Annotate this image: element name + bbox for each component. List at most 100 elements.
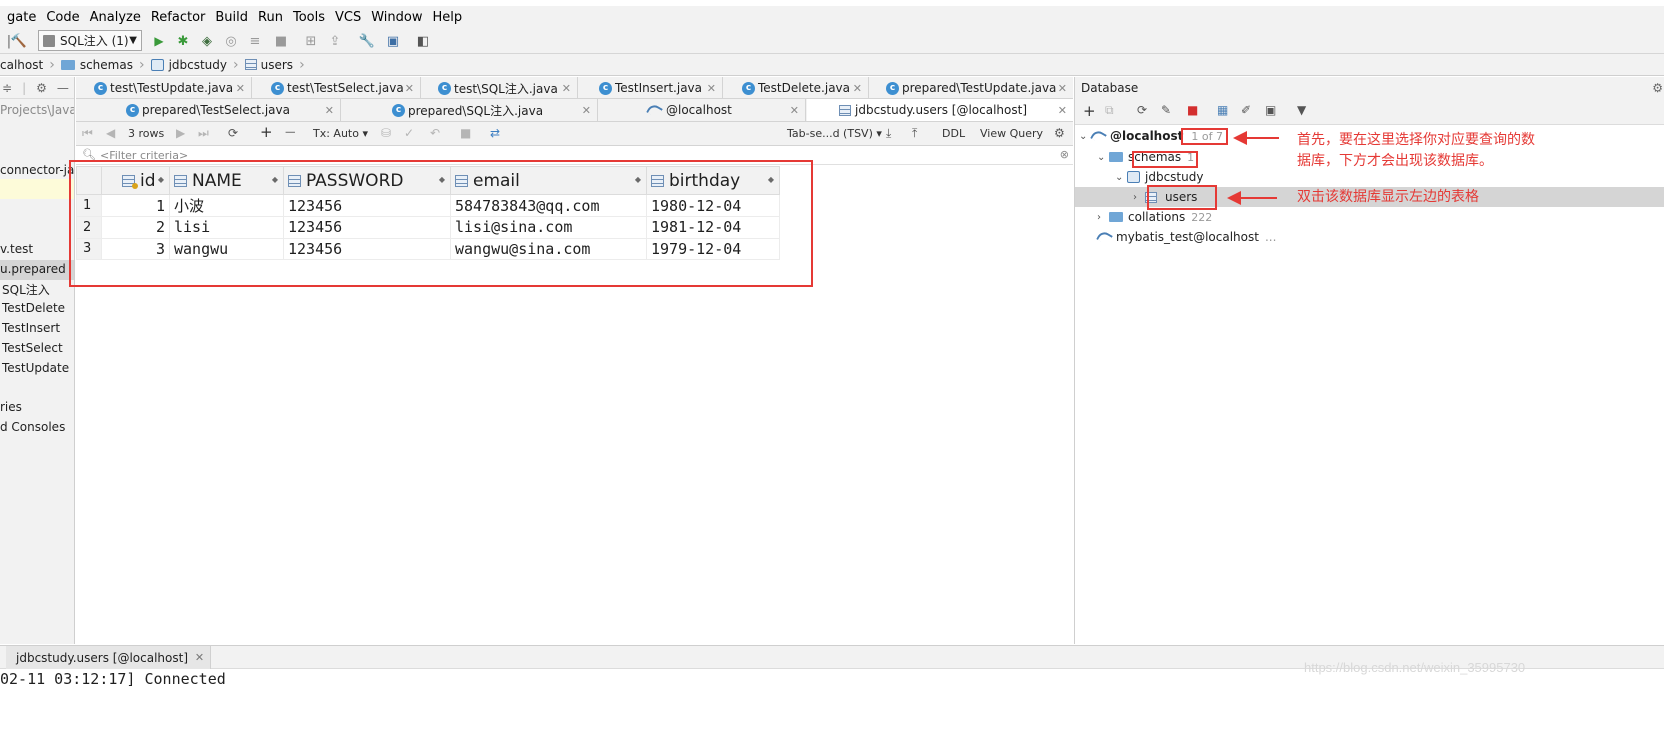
- menu-tools[interactable]: Tools: [288, 10, 330, 25]
- menu-bar: gate Code Analyze Refactor Build Run Too…: [0, 6, 1664, 28]
- tree-item-collations[interactable]: › collations 222: [1097, 210, 1212, 224]
- close-icon[interactable]: ✕: [405, 82, 414, 95]
- filter-icon[interactable]: ▼: [1297, 103, 1306, 117]
- tab-console-jdbcstudy-users[interactable]: jdbcstudy.users [@localhost] ✕: [6, 646, 212, 669]
- breadcrumb-item-jdbcstudy[interactable]: jdbcstudy ›: [150, 54, 245, 76]
- chevron-down-icon: ⌄: [1115, 171, 1124, 183]
- first-page-icon[interactable]: ⏮: [82, 126, 93, 141]
- gear-icon[interactable]: ⚙: [1652, 77, 1663, 99]
- add-row-icon[interactable]: +: [260, 123, 273, 141]
- tab-prepared-testupdate[interactable]: c prepared\TestUpdate.java ✕: [870, 77, 1073, 99]
- add-icon[interactable]: +: [1083, 102, 1096, 120]
- tree-item-consoles[interactable]: d Consoles: [0, 420, 65, 434]
- tab-prepared-sql[interactable]: c prepared\SQL注入.java ✕: [342, 99, 598, 121]
- close-icon[interactable]: ✕: [562, 82, 571, 95]
- git-push-icon[interactable]: ⇪: [326, 32, 344, 50]
- delete-row-icon[interactable]: −: [284, 123, 297, 141]
- stop-icon[interactable]: ■: [272, 32, 290, 50]
- tree-item-testinsert[interactable]: TestInsert: [2, 321, 60, 335]
- close-icon[interactable]: ✕: [790, 104, 799, 117]
- menu-run[interactable]: Run: [253, 10, 288, 25]
- profile-icon[interactable]: ◎: [222, 32, 240, 50]
- menu-build[interactable]: Build: [210, 10, 253, 25]
- upload-icon[interactable]: ⤒: [912, 126, 917, 141]
- minimize-icon[interactable]: —: [57, 81, 69, 95]
- close-icon[interactable]: ✕: [1058, 82, 1067, 95]
- menu-vcs[interactable]: VCS: [330, 10, 366, 25]
- tab-jdbcstudy-users[interactable]: jdbcstudy.users [@localhost] ✕: [807, 99, 1073, 121]
- clear-icon[interactable]: ⊗: [1060, 148, 1069, 161]
- refresh-icon[interactable]: ⟳: [228, 126, 238, 140]
- table-view-icon[interactable]: ▦: [1217, 103, 1228, 117]
- tree-item-sql[interactable]: SQL注入: [2, 281, 50, 298]
- ddl-button[interactable]: DDL: [942, 127, 965, 140]
- tree-item-test[interactable]: v.test: [0, 242, 33, 256]
- tab-test-testselect[interactable]: c test\TestSelect.java ✕: [253, 77, 421, 99]
- tab-label: TestInsert.java: [615, 81, 703, 95]
- tab-testinsert[interactable]: c TestInsert.java ✕: [579, 77, 723, 99]
- cancel-icon[interactable]: ■: [460, 126, 471, 140]
- project-structure-icon[interactable]: ▣: [384, 32, 402, 50]
- run-config-select[interactable]: SQL注入 (1) ▼: [38, 30, 142, 51]
- close-icon[interactable]: ✕: [707, 82, 716, 95]
- breadcrumb-item-users[interactable]: users ›: [244, 54, 311, 76]
- menu-help[interactable]: Help: [428, 10, 468, 25]
- tab-test-sql[interactable]: c test\SQL注入.java ✕: [422, 77, 578, 99]
- folder-icon: [60, 59, 75, 70]
- next-page-icon[interactable]: ▶: [176, 126, 185, 140]
- close-icon[interactable]: ✕: [236, 82, 245, 95]
- commit-icon[interactable]: ✓: [404, 126, 414, 140]
- tx-mode-select[interactable]: Tx: Auto ▾: [313, 127, 368, 140]
- gear-icon[interactable]: ⚙: [36, 81, 47, 95]
- run-icon[interactable]: ▶: [150, 32, 168, 50]
- close-icon[interactable]: ✕: [195, 651, 204, 664]
- export-format-select[interactable]: Tab-se...d (TSV) ▾: [787, 127, 882, 140]
- compare-icon[interactable]: ⇄: [490, 126, 500, 140]
- sql-icon[interactable]: ✎: [1161, 103, 1171, 117]
- db-icon[interactable]: ⛁: [381, 126, 391, 140]
- mysql-icon: [1091, 130, 1105, 142]
- breadcrumb-item-schemas[interactable]: schemas ›: [60, 54, 151, 76]
- view-query-button[interactable]: View Query: [980, 127, 1043, 140]
- tree-item-testdelete[interactable]: TestDelete: [2, 301, 65, 315]
- presentation-icon[interactable]: ◧: [414, 32, 432, 50]
- disconnect-icon[interactable]: ■: [1187, 103, 1198, 117]
- refresh-icon[interactable]: ⟳: [1137, 103, 1147, 117]
- close-icon[interactable]: ✕: [582, 104, 591, 117]
- prev-page-icon[interactable]: ◀: [106, 126, 115, 140]
- coverage-icon[interactable]: ◈: [198, 32, 216, 50]
- edit-icon[interactable]: ✐: [1241, 103, 1251, 117]
- git-update-icon[interactable]: ⊞: [302, 32, 320, 50]
- wrench-icon[interactable]: 🔧: [358, 32, 376, 50]
- close-icon[interactable]: ✕: [1058, 104, 1067, 117]
- tree-item-testselect[interactable]: TestSelect: [2, 341, 63, 355]
- tab-testdelete[interactable]: c TestDelete.java ✕: [724, 77, 869, 99]
- hammer-icon[interactable]: 🔨: [10, 32, 28, 50]
- tree-item-prepared[interactable]: u.prepared: [0, 262, 66, 276]
- collapse-icon[interactable]: ≑: [2, 81, 12, 95]
- menu-window[interactable]: Window: [366, 10, 427, 25]
- menu-analyze[interactable]: Analyze: [85, 10, 146, 25]
- menu-navigate[interactable]: gate: [2, 10, 41, 25]
- copy-icon[interactable]: ⧉: [1105, 103, 1114, 118]
- build-list-icon[interactable]: ≡: [246, 32, 264, 50]
- menu-refactor[interactable]: Refactor: [146, 10, 211, 25]
- debug-icon[interactable]: ✱: [174, 32, 192, 50]
- gear-icon[interactable]: ⚙: [1054, 126, 1065, 140]
- tree-item-mybatis[interactable]: mybatis_test@localhost ...: [1097, 230, 1276, 244]
- close-icon[interactable]: ✕: [325, 104, 334, 117]
- menu-code[interactable]: Code: [41, 10, 84, 25]
- rollback-icon[interactable]: ↶: [430, 126, 440, 140]
- tab-test-testupdate[interactable]: c test\TestUpdate.java ✕: [76, 77, 252, 99]
- last-page-icon[interactable]: ⏭: [198, 126, 209, 141]
- tree-item-scratches[interactable]: ries: [0, 400, 22, 414]
- tree-item-testupdate[interactable]: TestUpdate: [2, 361, 69, 375]
- tab-prepared-testselect[interactable]: c prepared\TestSelect.java ✕: [76, 99, 341, 121]
- download-icon[interactable]: ⤓: [886, 126, 891, 141]
- tree-item-jdbcstudy[interactable]: ⌄ jdbcstudy: [1115, 170, 1203, 184]
- close-icon[interactable]: ✕: [853, 82, 862, 95]
- tree-item-connector[interactable]: connector-jav: [0, 163, 74, 177]
- tab-localhost-console[interactable]: @localhost ✕: [599, 99, 806, 121]
- console-icon[interactable]: ▣: [1265, 103, 1276, 117]
- breadcrumb-item-localhost[interactable]: calhost ›: [0, 54, 61, 76]
